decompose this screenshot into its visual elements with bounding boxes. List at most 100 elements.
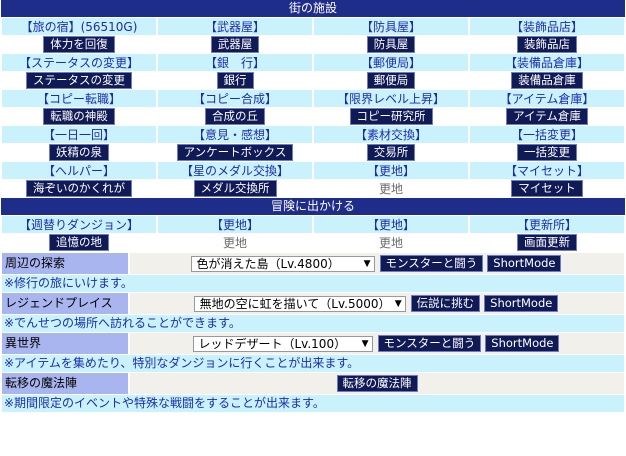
otherworld-note: ※アイテムを集めたり、特別なダンジョンに行くことが出来ます。	[2, 355, 624, 372]
facility-header: 【郵便局】	[314, 54, 468, 71]
facility-header: 【星のメダル交換】	[158, 162, 312, 179]
adventure-header: 冒険に出かける	[1, 198, 625, 215]
facility-header: 【武器屋】	[158, 18, 312, 35]
facility-button[interactable]: アンケートボックス	[176, 144, 294, 161]
facility-cell: 体力を回復	[2, 36, 156, 53]
legend-place-select[interactable]: 無地の空に虹を描いて（Lv.5000） ▼	[193, 295, 406, 312]
facility-cell: アンケートボックス	[158, 144, 312, 161]
facility-header: 【装飾品店】	[470, 18, 624, 35]
fight-monster-button[interactable]: モンスターと闘う	[379, 255, 484, 272]
facility-header: 【マイセット】	[470, 162, 624, 179]
facility-header: 【ヘルパー】	[2, 162, 156, 179]
facility-cell: 武器屋	[158, 36, 312, 53]
facility-button[interactable]: 体力を回復	[43, 36, 115, 53]
facility-cell: マイセット	[470, 180, 624, 197]
facility-button[interactable]: 郵便局	[366, 72, 416, 89]
explore-label: 周辺の探索	[2, 253, 128, 274]
vacant-lot-label: 更地	[378, 182, 403, 196]
facility-button[interactable]: 妖精の泉	[49, 144, 109, 161]
facility-header: 【コピー合成】	[158, 90, 312, 107]
chevron-down-icon: ▼	[363, 258, 371, 269]
facility-button[interactable]: 武器屋	[210, 36, 260, 53]
facility-button[interactable]: 防具屋	[366, 36, 416, 53]
adventure-cell-header: 【更新所】	[470, 216, 624, 233]
explore-controls: 色が消えた島（Lv.4800） ▼ モンスターと闘う ShortMode	[130, 253, 624, 274]
facility-header: 【一日一回】	[2, 126, 156, 143]
short-mode-button[interactable]: ShortMode	[485, 335, 560, 352]
facility-header: 【装備品倉庫】	[470, 54, 624, 71]
facility-cell: 一括変更	[470, 144, 624, 161]
facility-cell: 銀行	[158, 72, 312, 89]
otherworld-select[interactable]: レッドデザート（Lv.100） ▼	[192, 335, 373, 352]
recollection-land-button[interactable]: 追憶の地	[49, 234, 109, 251]
otherworld-label: 異世界	[2, 333, 128, 354]
adventure-cell: 更地	[314, 234, 468, 251]
facility-header: 【旅の宿】(56510G)	[2, 18, 156, 35]
otherworld-controls: レッドデザート（Lv.100） ▼ モンスターと闘う ShortMode	[130, 333, 624, 354]
otherworld-select-value: レッドデザート（Lv.100）	[198, 336, 347, 351]
facility-header: 【銀 行】	[158, 54, 312, 71]
legend-controls: 無地の空に虹を描いて（Lv.5000） ▼ 伝説に挑む ShortMode	[130, 293, 624, 314]
facility-cell: 妖精の泉	[2, 144, 156, 161]
town-facilities-header: 街の施設	[1, 0, 625, 17]
teleport-note: ※期間限定のイベントや特殊な戦闘をすることが出来ます。	[2, 395, 624, 412]
legend-select-value: 無地の空に虹を描いて（Lv.5000）	[199, 296, 391, 311]
legend-row: レジェンドプレイス 無地の空に虹を描いて（Lv.5000） ▼ 伝説に挑む Sh…	[2, 293, 624, 314]
facility-button[interactable]: 装飾品店	[517, 36, 577, 53]
fight-monster-button[interactable]: モンスターと闘う	[377, 335, 482, 352]
facility-cell: 転職の神殿	[2, 108, 156, 125]
chevron-down-icon: ▼	[361, 338, 369, 349]
facility-button[interactable]: 一括変更	[517, 144, 577, 161]
facility-cell: 防具屋	[314, 36, 468, 53]
facility-header: 【限界レベル上昇】	[314, 90, 468, 107]
facility-button[interactable]: コピー研究所	[349, 108, 433, 125]
facility-header: 【更地】	[314, 162, 468, 179]
facility-button[interactable]: 装備品倉庫	[511, 72, 583, 89]
teleport-circle-button[interactable]: 転移の魔法陣	[336, 375, 418, 392]
explore-area-select[interactable]: 色が消えた島（Lv.4800） ▼	[190, 255, 375, 272]
otherworld-row: 異世界 レッドデザート（Lv.100） ▼ モンスターと闘う ShortMode	[2, 333, 624, 354]
facility-cell: 更地	[314, 180, 468, 197]
facility-cell: 装備品倉庫	[470, 72, 624, 89]
facility-header: 【アイテム倉庫】	[470, 90, 624, 107]
facility-button[interactable]: 転職の神殿	[43, 108, 115, 125]
refresh-screen-button[interactable]: 画面更新	[517, 234, 577, 251]
short-mode-button[interactable]: ShortMode	[487, 255, 562, 272]
facility-button[interactable]: 合成の丘	[205, 108, 265, 125]
teleport-row: 転移の魔法陣 転移の魔法陣	[2, 373, 624, 394]
adventure-grid: 【週替りダンジョン】 【更地】 【更地】 【更新所】 追憶の地 更地 更地 画面…	[0, 215, 626, 252]
vacant-lot-label: 更地	[222, 236, 247, 250]
vacant-lot-label: 更地	[378, 236, 403, 250]
facility-button[interactable]: 交易所	[366, 144, 416, 161]
facility-button[interactable]: ステータスの変更	[26, 72, 132, 89]
facility-cell: 交易所	[314, 144, 468, 161]
facility-cell: ステータスの変更	[2, 72, 156, 89]
facility-cell: コピー研究所	[314, 108, 468, 125]
facility-button[interactable]: 銀行	[216, 72, 254, 89]
chevron-down-icon: ▼	[394, 298, 402, 309]
explore-select-value: 色が消えた島（Lv.4800）	[196, 256, 340, 271]
adventure-cell: 追憶の地	[2, 234, 156, 251]
legend-label: レジェンドプレイス	[2, 293, 128, 314]
adventure-cell-header: 【更地】	[314, 216, 468, 233]
adventure-cell-header: 【更地】	[158, 216, 312, 233]
facility-cell: メダル交換所	[158, 180, 312, 197]
facility-cell: 装飾品店	[470, 36, 624, 53]
facility-cell: 海ぞいのかくれが	[2, 180, 156, 197]
challenge-legend-button[interactable]: 伝説に挑む	[410, 295, 481, 312]
explore-row: 周辺の探索 色が消えた島（Lv.4800） ▼ モンスターと闘う ShortMo…	[2, 253, 624, 274]
facility-button[interactable]: マイセット	[511, 180, 583, 197]
facility-header: 【一括変更】	[470, 126, 624, 143]
facility-button[interactable]: アイテム倉庫	[506, 108, 588, 125]
game-page: 街の施設 【旅の宿】(56510G) 【武器屋】 【防具屋】 【装飾品店】体力を回復 武…	[0, 0, 626, 456]
town-facilities-grid: 【旅の宿】(56510G) 【武器屋】 【防具屋】 【装飾品店】体力を回復 武器屋 防具屋…	[0, 17, 626, 198]
adventure-cell: 画面更新	[470, 234, 624, 251]
legend-note: ※でんせつの場所へ訪れることができます。	[2, 315, 624, 332]
facility-button[interactable]: メダル交換所	[193, 180, 277, 197]
teleport-label: 転移の魔法陣	[2, 373, 128, 394]
facility-cell: 郵便局	[314, 72, 468, 89]
facility-header: 【防具屋】	[314, 18, 468, 35]
short-mode-button[interactable]: ShortMode	[484, 295, 559, 312]
facility-button[interactable]: 海ぞいのかくれが	[26, 180, 132, 197]
facility-header: 【ステータスの変更】	[2, 54, 156, 71]
